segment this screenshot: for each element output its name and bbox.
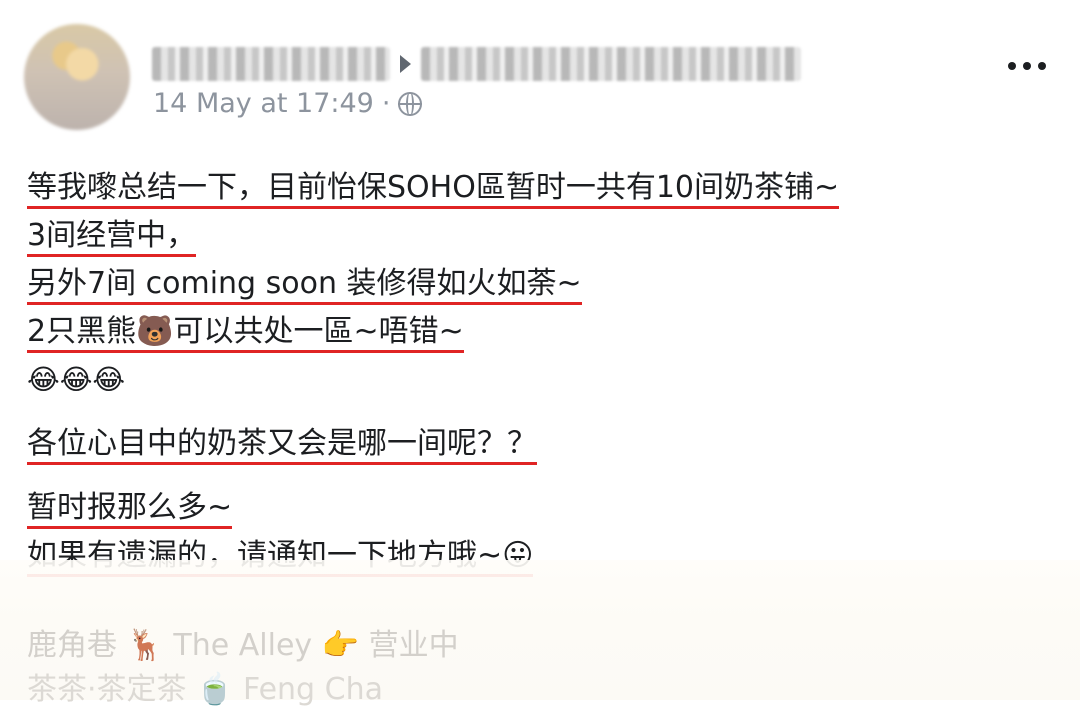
post-line: 3间经营中， — [27, 212, 839, 260]
caret-right-icon — [400, 55, 411, 73]
globe-icon[interactable] — [398, 91, 423, 116]
meta-separator: · — [381, 88, 391, 119]
post-line: 另外7间 coming soon 装修得如火如荼~ — [27, 260, 839, 308]
post-line-text: 3间经营中， — [27, 218, 197, 257]
post-line-text: 另外7间 coming soon 装修得如火如荼~ — [27, 266, 582, 305]
faded-post-line: 鹿角巷 🦌 The Alley 👉 营业中 — [27, 628, 459, 663]
post-line-emoji: 😂😂😂 — [27, 356, 839, 404]
more-options-icon[interactable] — [1008, 62, 1046, 70]
faded-post-line: 茶茶·茶定茶 🍵 Feng Cha — [27, 672, 383, 707]
post-line-text: 暂时报那么多~ — [27, 490, 233, 529]
post-line: 2只黑熊🐻可以共处一區~唔错~ — [27, 308, 839, 356]
post-timestamp[interactable]: 14 May at 17:49 — [153, 88, 374, 119]
post-line-text: 2只黑熊🐻可以共处一區~唔错~ — [27, 314, 464, 353]
post-line-text: 等我嚟总结一下，目前怡保SOHO區暂时一共有10间奶茶铺~ — [27, 170, 840, 209]
laughing-emoji-row: 😂😂😂 — [27, 363, 126, 396]
post-line-text: 各位心目中的奶茶又会是哪一间呢？？ — [27, 426, 537, 465]
post-body: 等我嚟总结一下，目前怡保SOHO區暂时一共有10间奶茶铺~ 3间经营中， 另外7… — [27, 164, 840, 580]
author-avatar[interactable] — [24, 24, 130, 130]
group-name-redacted[interactable] — [421, 47, 801, 81]
post-line: 各位心目中的奶茶又会是哪一间呢？？ — [27, 420, 839, 468]
author-name-redacted[interactable] — [152, 47, 390, 81]
post-header — [152, 44, 801, 84]
post-line: 暂时报那么多~ — [27, 484, 839, 532]
post-line: 等我嚟总结一下，目前怡保SOHO區暂时一共有10间奶茶铺~ — [27, 164, 840, 212]
post-meta: 14 May at 17:49 · — [153, 88, 423, 119]
